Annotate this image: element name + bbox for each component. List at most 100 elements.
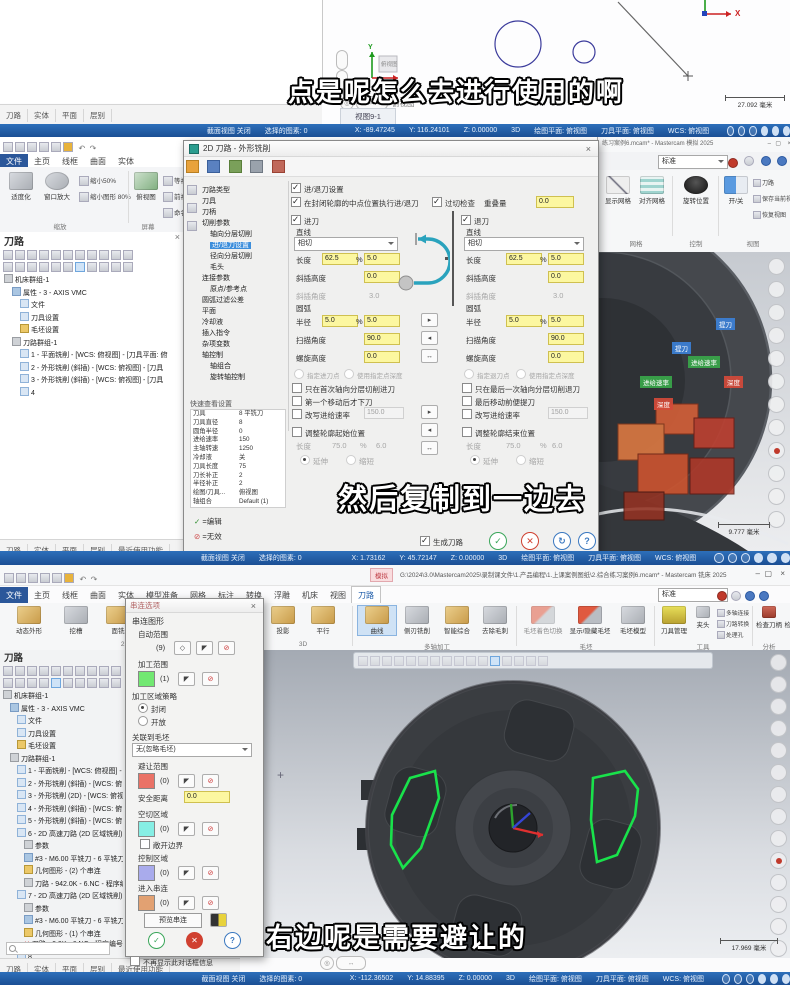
checkbox[interactable] xyxy=(292,409,302,419)
view-control-button[interactable] xyxy=(770,918,787,935)
view-control-button[interactable] xyxy=(768,419,785,436)
leadout-last-move[interactable]: 最后移动前便提刀 xyxy=(462,396,535,408)
control-region-swatch[interactable] xyxy=(138,865,155,881)
machining-clear-button[interactable]: ⊘ xyxy=(202,672,219,686)
help-button[interactable]: ? xyxy=(224,932,241,949)
side-icon[interactable] xyxy=(187,203,197,213)
radio[interactable] xyxy=(470,455,480,465)
dynamic-contour-button[interactable]: 动态外形 xyxy=(6,606,52,635)
info-icon[interactable] xyxy=(761,156,771,166)
tab[interactable]: 主页 xyxy=(28,587,56,604)
radio[interactable] xyxy=(346,455,356,465)
regenerate-button[interactable]: ↻ xyxy=(553,532,571,550)
checkbox[interactable] xyxy=(462,396,472,406)
tree-item[interactable]: 参数 xyxy=(3,840,123,853)
dialog-tree-item[interactable]: 刀具 xyxy=(200,196,286,207)
panel-toolbar-icon[interactable] xyxy=(15,678,25,688)
copy-right-button[interactable]: ▸ xyxy=(421,405,438,419)
restore-view-button[interactable]: 恢复视图 xyxy=(752,210,786,220)
checkbox[interactable] xyxy=(292,396,302,406)
dialog-tree-item[interactable]: 杂项变数 xyxy=(200,339,286,350)
select-tool-icon[interactable] xyxy=(394,656,404,666)
view-control-button[interactable] xyxy=(770,786,787,803)
select-tool-icon[interactable] xyxy=(538,656,548,666)
checkbox[interactable] xyxy=(291,215,301,225)
checkbox[interactable] xyxy=(292,427,302,437)
dialog-tree-item[interactable]: 毛头 xyxy=(200,262,286,273)
panel-toolbar-icon[interactable] xyxy=(3,678,13,688)
overlap-field[interactable]: 0.0 xyxy=(536,196,574,208)
leadin-radius[interactable]: 5.0 xyxy=(364,315,400,327)
section-view-status[interactable]: 截面视图 关闭 xyxy=(201,553,245,563)
view-control-button[interactable] xyxy=(770,830,787,847)
select-tool-icon[interactable] xyxy=(466,656,476,666)
radio[interactable] xyxy=(344,369,354,379)
status-icon[interactable] xyxy=(783,126,790,136)
dialog-tree-item[interactable]: 刀柄 xyxy=(200,207,286,218)
curve-5axis-button[interactable]: 曲线 xyxy=(358,606,396,635)
panel-toolbar-icon[interactable] xyxy=(111,678,121,688)
status-icon[interactable] xyxy=(714,553,723,563)
tree-item[interactable]: 4 - 外形铣削 (斜插) - [WCS: 俯 xyxy=(3,803,123,816)
orbit-button[interactable]: ◎ xyxy=(320,956,334,970)
record-icon[interactable] xyxy=(717,591,727,601)
safe-distance-field[interactable]: 0.0 xyxy=(184,791,230,803)
select-tool-icon[interactable] xyxy=(478,656,488,666)
panel-toolbar-icon[interactable] xyxy=(63,678,73,688)
dont-show-again-check[interactable]: 不再显示此对话框信息 xyxy=(130,956,213,968)
wcs[interactable]: WCS: 俯视图 xyxy=(655,553,696,563)
doc-tab[interactable]: 实体 xyxy=(28,109,56,122)
leadin-only-first[interactable]: 只在首次轴向分层切削进刀 xyxy=(292,383,395,395)
view-control-button[interactable] xyxy=(770,698,787,715)
open-radio[interactable]: 开放 xyxy=(138,716,166,728)
tool-manager-button[interactable]: 刀具管理 xyxy=(657,606,691,635)
tree-item[interactable]: 3 - 外形铣削 (2D) - [WCS: 俯视 xyxy=(3,790,123,803)
leadin-line-type[interactable]: 相切 xyxy=(294,237,398,251)
view-control-button[interactable] xyxy=(770,896,787,913)
leadin-point-option[interactable]: 指定进刀点 xyxy=(294,369,340,380)
checkbox[interactable] xyxy=(292,383,302,393)
checkbox[interactable] xyxy=(140,839,150,849)
record-icon[interactable] xyxy=(728,158,738,168)
sim-viewport[interactable]: 提刀 提刀 进给速率 进给速率 深度 深度 9.777 毫米 xyxy=(598,252,790,551)
view-control-button[interactable] xyxy=(768,442,785,459)
cplane[interactable]: 绘图平面: 俯视图 xyxy=(521,553,574,563)
leadout-override-value[interactable]: 150.0 xyxy=(548,407,588,419)
status-icon[interactable] xyxy=(772,126,779,136)
leadin-shorten[interactable]: 缩短 xyxy=(346,455,374,467)
toolpath-toggle[interactable]: 刀路 xyxy=(752,178,774,188)
radio[interactable] xyxy=(464,369,474,379)
leadout-depth-option[interactable]: 使用指定点深度 xyxy=(516,369,575,380)
panel-toolbar-icon[interactable] xyxy=(75,262,85,272)
panel-toolbar-icon[interactable] xyxy=(3,262,13,272)
mode-3d[interactable]: 3D xyxy=(506,975,515,982)
tree-item[interactable]: 刀路群组-1 xyxy=(4,337,180,350)
capture-icon[interactable] xyxy=(731,591,741,601)
view-control-button[interactable] xyxy=(768,327,785,344)
max-icon[interactable]: ▢ xyxy=(764,569,772,578)
toolpath-transform-button[interactable]: 刀路转换 xyxy=(716,619,749,629)
pan-button[interactable]: ↔ xyxy=(336,956,366,970)
max-icon[interactable]: ▢ xyxy=(775,137,781,152)
select-tool-icon[interactable] xyxy=(382,656,392,666)
dialog-tree-item[interactable]: 轴控制 xyxy=(200,350,286,361)
leadin-first-move[interactable]: 第一个移动后才下刀 xyxy=(292,396,373,408)
export-icon[interactable] xyxy=(229,160,242,173)
help-icon[interactable] xyxy=(759,591,769,601)
select-tool-icon[interactable] xyxy=(370,656,380,666)
generate-toolpath-check[interactable]: 生成刀路 xyxy=(420,536,463,548)
select-tool-icon[interactable] xyxy=(526,656,536,666)
tree-item[interactable]: 属性 - 3 - AXIS VMC xyxy=(3,703,123,716)
dialog-tree-item[interactable]: 原点/参考点 xyxy=(200,284,286,295)
cplane[interactable]: 绘图平面: 俯视图 xyxy=(534,126,587,136)
viewport-slider[interactable] xyxy=(336,50,348,70)
panel-toolbar-icon[interactable] xyxy=(15,262,25,272)
ok-button[interactable]: ✓ xyxy=(489,532,507,550)
avoid-clear-button[interactable]: ⊘ xyxy=(202,774,219,788)
stock-shading-button[interactable]: 毛坯着色切换 xyxy=(520,606,566,635)
tree-item[interactable]: 刀路群组-1 xyxy=(3,753,123,766)
select-tool-icon[interactable] xyxy=(514,656,524,666)
panel-toolbar-icon[interactable] xyxy=(111,262,121,272)
leadinout-enable[interactable]: 进/退刀设置 xyxy=(291,183,344,195)
status-icon[interactable] xyxy=(746,974,754,984)
